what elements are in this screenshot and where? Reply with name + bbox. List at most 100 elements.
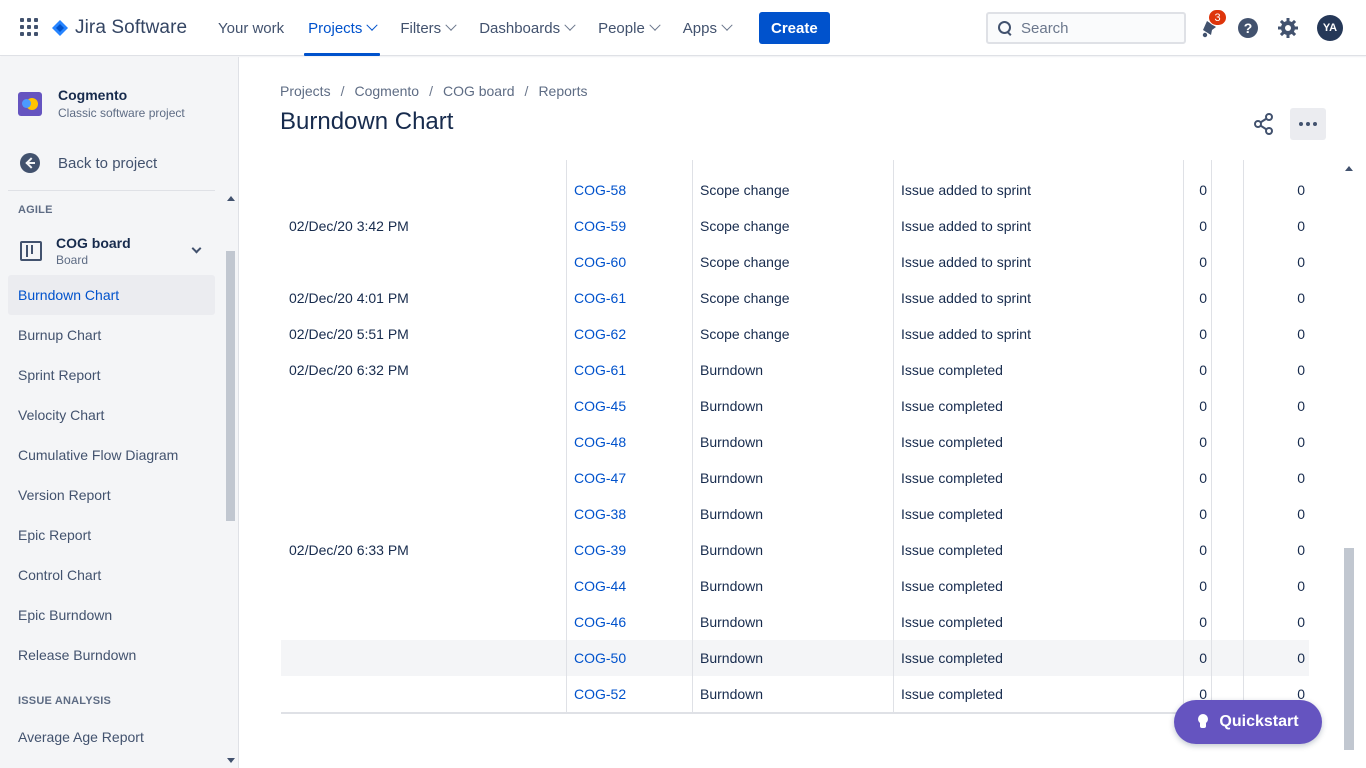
issue-key-link[interactable]: COG-48 [574, 424, 626, 460]
sidebar-item-epic-report[interactable]: Epic Report [8, 515, 215, 555]
issue-key-link[interactable]: COG-38 [574, 496, 626, 532]
back-to-project-link[interactable]: Back to project [20, 153, 157, 173]
board-selector[interactable]: COG board Board [20, 233, 214, 269]
remaining-value: 0 [1297, 218, 1305, 234]
sidebar-scrollbar[interactable] [222, 191, 238, 768]
nav-item-people[interactable]: People [586, 0, 671, 56]
event-value: 0 [1199, 470, 1207, 486]
share-icon[interactable] [1250, 112, 1278, 136]
search-input[interactable]: Search [986, 12, 1186, 44]
jira-logo[interactable]: Jira Software [52, 16, 187, 40]
chevron-down-icon [564, 19, 576, 31]
event-value: 0 [1199, 326, 1207, 342]
settings-gear-icon[interactable] [1276, 16, 1300, 40]
board-type: Board [56, 253, 89, 267]
event-value: 0 [1199, 398, 1207, 414]
issue-key-link[interactable]: COG-46 [574, 604, 626, 640]
avatar[interactable]: YA [1317, 15, 1343, 41]
column-divider [692, 160, 693, 713]
main-scrollbar[interactable] [1341, 160, 1358, 754]
search-icon [998, 21, 1012, 35]
app-name: Jira Software [75, 17, 188, 38]
event-type: Burndown [700, 398, 764, 414]
event-type: Burndown [700, 650, 764, 666]
event-detail: Issue added to sprint [901, 290, 1031, 306]
scroll-down-arrow-icon[interactable] [227, 758, 235, 763]
sidebar-item-burndown-chart[interactable]: Burndown Chart [8, 275, 215, 315]
sidebar-item-epic-burndown[interactable]: Epic Burndown [8, 595, 215, 635]
svg-text:?: ? [1244, 20, 1253, 36]
issue-key-link[interactable]: COG-52 [574, 676, 626, 712]
breadcrumb-item[interactable]: Projects [280, 83, 331, 99]
nav-item-your-work[interactable]: Your work [206, 0, 296, 56]
event-detail: Issue completed [901, 434, 1003, 450]
help-icon[interactable]: ? [1236, 16, 1260, 40]
sidebar-item-version-report[interactable]: Version Report [8, 475, 215, 515]
table-row: COG-48 Burndown Issue completed 0 0 [281, 424, 1309, 460]
breadcrumb-item[interactable]: Cogmento [354, 83, 419, 99]
remaining-value: 0 [1297, 182, 1305, 198]
issue-key-link[interactable]: COG-61 [574, 352, 626, 388]
table-row-partial [281, 160, 1309, 164]
breadcrumb-item[interactable]: Reports [538, 83, 587, 99]
event-detail: Issue completed [901, 398, 1003, 414]
issue-key-link[interactable]: COG-61 [574, 280, 626, 316]
more-icon[interactable] [1290, 108, 1326, 140]
remaining-value: 0 [1297, 326, 1305, 342]
event-date: 02/Dec/20 3:42 PM [289, 218, 409, 234]
sidebar-item-burnup-chart[interactable]: Burnup Chart [8, 315, 215, 355]
remaining-value: 0 [1297, 542, 1305, 558]
event-type: Burndown [700, 578, 764, 594]
issue-key-link[interactable]: COG-58 [574, 172, 626, 208]
nav-item-label: Apps [682, 19, 717, 37]
nav-item-apps[interactable]: Apps [671, 0, 743, 56]
sidebar-item-sprint-report[interactable]: Sprint Report [8, 355, 215, 395]
sidebar-item-velocity-chart[interactable]: Velocity Chart [8, 395, 215, 435]
nav-item-label: Your work [218, 19, 285, 37]
project-header[interactable]: Cogmento Classic software project [18, 87, 185, 120]
event-detail: Issue completed [901, 542, 1003, 558]
event-detail: Issue added to sprint [901, 218, 1031, 234]
sidebar: Cogmento Classic software project Back t… [0, 57, 239, 768]
issue-key-link[interactable]: COG-47 [574, 460, 626, 496]
event-type: Scope change [700, 218, 790, 234]
issue-key-link[interactable]: COG-45 [574, 388, 626, 424]
remaining-value: 0 [1297, 362, 1305, 378]
breadcrumb-item[interactable]: COG board [443, 83, 515, 99]
sidebar-item-control-chart[interactable]: Control Chart [8, 555, 215, 595]
column-divider [1243, 160, 1244, 713]
event-value: 0 [1199, 578, 1207, 594]
burndown-table: COG-58 Scope change Issue added to sprint 0… [281, 160, 1309, 768]
issue-key-link[interactable]: COG-50 [574, 640, 626, 676]
issue-key-link[interactable]: COG-39 [574, 532, 626, 568]
chevron-down-icon [445, 19, 457, 31]
nav-item-projects[interactable]: Projects [296, 0, 388, 56]
notification-badge: 3 [1208, 9, 1227, 26]
scrollbar-thumb[interactable] [226, 251, 235, 521]
page-title: Burndown Chart [280, 108, 454, 135]
issue-key-link[interactable]: COG-62 [574, 316, 626, 352]
nav-item-dashboards[interactable]: Dashboards [467, 0, 586, 56]
issue-key-link[interactable]: COG-59 [574, 208, 626, 244]
quickstart-button[interactable]: Quickstart [1174, 700, 1322, 744]
scroll-up-arrow-icon[interactable] [1345, 166, 1353, 171]
column-divider [1211, 160, 1212, 713]
event-type: Burndown [700, 506, 764, 522]
issue-key-link[interactable]: COG-44 [574, 568, 626, 604]
remaining-value: 0 [1297, 290, 1305, 306]
breadcrumb: Projects / Cogmento / COG board / Reports [280, 83, 587, 99]
event-value: 0 [1199, 290, 1207, 306]
scrollbar-thumb[interactable] [1344, 548, 1354, 750]
nav-item-filters[interactable]: Filters [388, 0, 467, 56]
app-switcher-icon[interactable] [20, 18, 40, 38]
project-name: Cogmento [58, 87, 128, 103]
section-label-agile: AGILE [18, 204, 53, 216]
event-type: Scope change [700, 290, 790, 306]
scroll-up-arrow-icon[interactable] [227, 196, 235, 201]
sidebar-item-average-age-report[interactable]: Average Age Report [8, 717, 215, 757]
sidebar-item-cumulative-flow-diagram[interactable]: Cumulative Flow Diagram [8, 435, 215, 475]
breadcrumb-separator: / [340, 83, 345, 99]
issue-key-link[interactable]: COG-60 [574, 244, 626, 280]
sidebar-item-release-burndown[interactable]: Release Burndown [8, 635, 215, 675]
create-button[interactable]: Create [759, 12, 830, 44]
